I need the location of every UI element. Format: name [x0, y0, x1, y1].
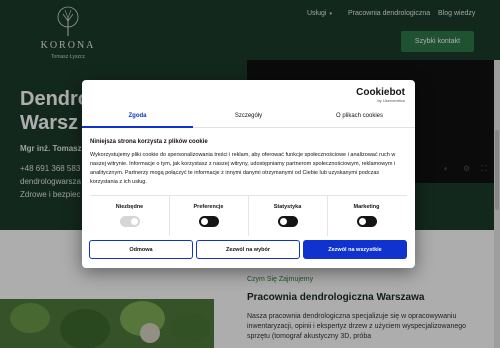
toggle-preferences: Preferencje — [169, 196, 249, 236]
tab-zgoda[interactable]: Zgoda — [82, 109, 193, 123]
preferences-switch[interactable] — [199, 216, 219, 227]
toggle-label: Niezbędne — [115, 204, 144, 210]
toggle-marketing: Marketing — [327, 196, 406, 236]
toggle-label: Marketing — [353, 204, 380, 210]
switch-knob — [280, 218, 287, 225]
cookie-tabs: Zgoda Szczegóły O plikach cookies — [82, 109, 415, 123]
statistics-switch[interactable] — [278, 216, 298, 227]
consent-toggles: Niezbędne Preferencje Statystyka Marketi… — [90, 195, 407, 236]
switch-knob — [201, 218, 208, 225]
tab-o-plikach-cookies[interactable]: O plikach cookies — [304, 109, 415, 123]
cookie-consent-dialog: Cookiebot by Usercentrics Zgoda Szczegół… — [82, 80, 415, 268]
switch-knob — [131, 218, 138, 225]
cookiebot-logo: Cookiebot by Usercentrics — [356, 88, 405, 104]
toggle-label: Statystyka — [273, 204, 302, 210]
allow-selection-button[interactable]: Zezwól na wybór — [196, 240, 300, 259]
reject-button[interactable]: Odmowa — [89, 240, 193, 259]
cookiebot-brand-sub: by Usercentrics — [377, 98, 405, 103]
toggle-necessary: Niezbędne — [90, 196, 170, 236]
tab-szczegoly[interactable]: Szczegóły — [193, 109, 304, 123]
cookiebot-brand: Cookiebot — [356, 87, 405, 98]
allow-all-button[interactable]: Zezwól na wszystkie — [303, 240, 407, 259]
necessary-switch — [120, 216, 140, 227]
switch-knob — [359, 218, 366, 225]
marketing-switch[interactable] — [357, 216, 377, 227]
toggle-statistics: Statystyka — [248, 196, 328, 236]
active-tab-indicator — [82, 126, 193, 128]
cookie-heading: Niniejsza strona korzysta z plików cooki… — [90, 139, 208, 145]
toggle-label: Preferencje — [193, 204, 224, 210]
cookie-body: Wykorzystujemy pliki cookie do spersonal… — [90, 152, 396, 185]
